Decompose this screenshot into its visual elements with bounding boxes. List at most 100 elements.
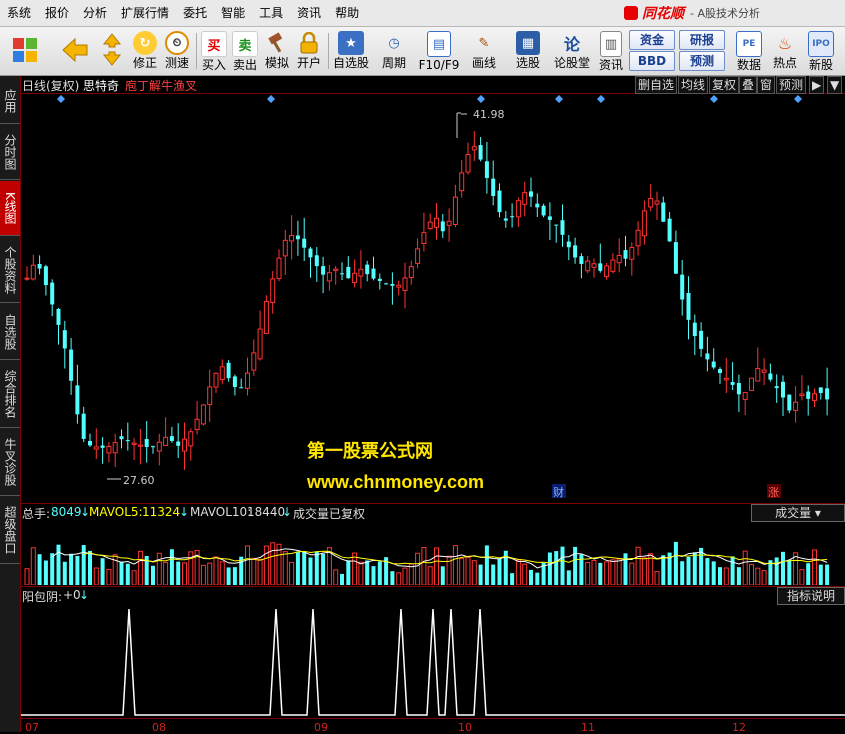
candle-body[interactable] — [560, 220, 565, 235]
moving-average-button[interactable]: 均线 — [678, 76, 709, 94]
menu-tools[interactable]: 工具 — [252, 0, 290, 26]
candle-body[interactable] — [125, 440, 130, 442]
candle-body[interactable] — [742, 392, 748, 400]
candle-body[interactable] — [818, 387, 823, 393]
candle-body[interactable] — [226, 362, 231, 379]
candle-body[interactable] — [213, 372, 219, 388]
candle-body[interactable] — [446, 220, 452, 226]
open-account-button[interactable]: 开户 — [294, 29, 324, 73]
stock-select-button[interactable]: ▦ 选股 — [510, 29, 546, 73]
more-dropdown[interactable]: ▼ — [827, 76, 843, 94]
candle-body[interactable] — [37, 264, 42, 269]
window-button[interactable]: 窗 — [757, 76, 776, 94]
candle-body[interactable] — [377, 278, 382, 281]
signal-diamond-marker[interactable] — [597, 95, 605, 103]
data-button[interactable]: PE 数据 — [734, 29, 764, 73]
candle-body[interactable] — [484, 161, 489, 178]
candle-body[interactable] — [75, 385, 80, 415]
candle-body[interactable] — [207, 386, 213, 405]
candle-body[interactable] — [365, 264, 370, 275]
candle-body[interactable] — [346, 266, 351, 279]
candle-body[interactable] — [151, 446, 155, 448]
down-arrow-icon[interactable] — [100, 51, 124, 70]
candle-body[interactable] — [535, 203, 540, 208]
candle-body[interactable] — [755, 367, 761, 382]
candle-body[interactable] — [144, 439, 149, 447]
candlestick-panel[interactable]: 41.98 27.60 财 涨 — [21, 93, 845, 503]
candle-body[interactable] — [547, 216, 552, 220]
candle-body[interactable] — [270, 278, 276, 303]
watchlist-button[interactable]: ★ 自选股 — [331, 29, 371, 73]
candle-body[interactable] — [641, 210, 647, 237]
candle-body[interactable] — [112, 442, 118, 454]
new-stock-button[interactable]: IPO 新股 — [806, 29, 836, 73]
candle-body[interactable] — [793, 401, 799, 411]
menu-quotes[interactable]: 报价 — [38, 0, 76, 26]
candle-body[interactable] — [774, 386, 779, 389]
candle-body[interactable] — [629, 246, 635, 260]
tab-stock-profile[interactable]: 个股资料 — [0, 237, 20, 303]
candle-body[interactable] — [491, 178, 496, 197]
candle-body[interactable] — [69, 349, 74, 381]
candle-body[interactable] — [427, 221, 433, 229]
news-button[interactable]: ▥ 资讯 — [596, 29, 626, 73]
menu-smart[interactable]: 智能 — [214, 0, 252, 26]
candle-body[interactable] — [781, 381, 785, 398]
menu-help[interactable]: 帮助 — [328, 0, 366, 26]
tab-kline[interactable]: K线图 — [0, 181, 20, 236]
candle-body[interactable] — [478, 145, 483, 160]
candle-body[interactable] — [390, 284, 395, 286]
candle-body[interactable] — [81, 413, 86, 439]
candle-body[interactable] — [50, 282, 55, 305]
buy-button[interactable]: 买 买入 — [200, 29, 228, 73]
candle-body[interactable] — [251, 352, 257, 371]
candle-body[interactable] — [333, 268, 339, 272]
candle-body[interactable] — [402, 277, 408, 291]
candle-body[interactable] — [88, 440, 92, 446]
speed-test-button[interactable]: ⏲ 测速 — [162, 29, 192, 73]
candle-body[interactable] — [257, 328, 263, 360]
draw-line-button[interactable]: ✎ 画线 — [466, 29, 502, 73]
candle-body[interactable] — [736, 382, 741, 395]
candle-body[interactable] — [705, 353, 710, 360]
candle-body[interactable] — [661, 202, 666, 222]
tab-ranking[interactable]: 综合排名 — [0, 361, 20, 428]
fund-flow-button[interactable]: 资金 — [629, 30, 675, 50]
candle-body[interactable] — [131, 442, 137, 445]
candle-body[interactable] — [106, 445, 112, 454]
volume-panel[interactable] — [21, 520, 845, 586]
candle-body[interactable] — [434, 217, 439, 228]
up-arrow-icon[interactable] — [100, 32, 124, 51]
simulate-button[interactable]: 模拟 — [262, 29, 292, 73]
candle-body[interactable] — [573, 245, 578, 258]
tab-diagnosis[interactable]: 牛叉诊股 — [0, 429, 20, 496]
signal-diamond-marker[interactable] — [555, 95, 563, 103]
correct-button[interactable]: ↻ 修正 — [130, 29, 160, 73]
candle-body[interactable] — [623, 250, 628, 259]
candle-body[interactable] — [295, 235, 300, 240]
candle-body[interactable] — [352, 272, 358, 284]
candle-body[interactable] — [384, 283, 389, 285]
candle-body[interactable] — [194, 418, 200, 431]
candle-body[interactable] — [308, 248, 313, 258]
candle-body[interactable] — [604, 265, 610, 278]
predict-button[interactable]: 预测 — [776, 76, 807, 94]
candle-body[interactable] — [326, 272, 332, 282]
signal-diamond-marker[interactable] — [794, 95, 802, 103]
candle-body[interactable] — [321, 266, 326, 275]
candle-body[interactable] — [515, 200, 521, 218]
signal-diamond-marker[interactable] — [710, 95, 718, 103]
candle-body[interactable] — [415, 248, 421, 264]
forum-button[interactable]: 论 论股堂 — [553, 29, 591, 73]
candle-body[interactable] — [408, 266, 414, 278]
candle-body[interactable] — [314, 255, 319, 267]
candle-body[interactable] — [554, 224, 559, 226]
candle-body[interactable] — [188, 431, 194, 447]
candle-body[interactable] — [440, 221, 445, 232]
candle-body[interactable] — [654, 200, 660, 205]
candle-body[interactable] — [579, 256, 584, 264]
candle-body[interactable] — [43, 266, 48, 286]
candle-body[interactable] — [232, 376, 237, 387]
candle-body[interactable] — [200, 404, 206, 425]
candle-body[interactable] — [761, 369, 767, 373]
